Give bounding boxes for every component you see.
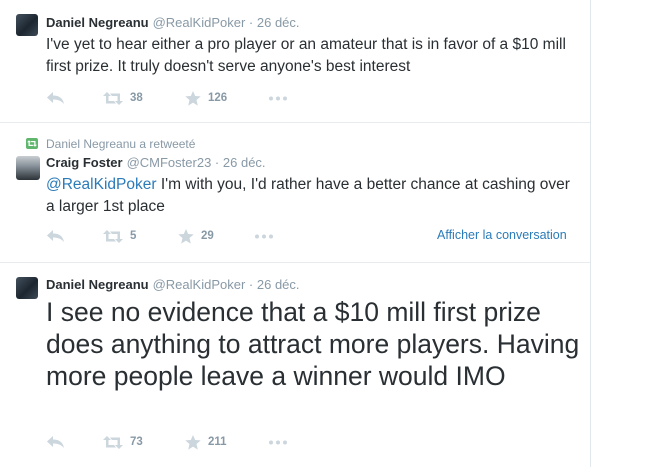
more-button[interactable]	[254, 227, 274, 245]
tweet-text: I've yet to hear either a pro player or …	[46, 36, 566, 75]
retweet-icon	[103, 435, 123, 449]
avatar[interactable]	[16, 156, 40, 180]
retweet-icon	[103, 229, 123, 243]
user-handle[interactable]: @RealKidPoker	[153, 15, 246, 30]
retweet-icon	[26, 138, 38, 149]
retweet-button[interactable]: 38	[103, 89, 143, 107]
reply-icon	[47, 436, 64, 448]
avatar[interactable]	[16, 277, 38, 299]
mention-link[interactable]: @RealKidPoker	[46, 176, 157, 193]
display-name[interactable]: Daniel Negreanu	[46, 277, 149, 292]
retweeted-by-label[interactable]: Daniel Negreanu a retweeté	[46, 137, 195, 151]
retweet-context: Daniel Negreanu a retweeté	[26, 137, 195, 151]
retweet-button[interactable]: 73	[103, 433, 143, 451]
retweet-count: 73	[130, 436, 143, 448]
view-conversation-link[interactable]: Afficher la conversation	[437, 228, 567, 242]
separator-dot: ·	[248, 277, 254, 292]
tweet-header: Daniel Negreanu @RealKidPoker · 26 déc.	[46, 277, 300, 293]
retweet-count: 5	[130, 230, 137, 242]
tweet-text: @RealKidPoker I'm with you, I'd rather h…	[46, 174, 576, 218]
separator-dot: ·	[214, 155, 220, 170]
timestamp[interactable]: 26 déc.	[223, 155, 266, 170]
more-icon	[269, 96, 287, 100]
favorite-star-icon	[185, 90, 201, 106]
tweet-2[interactable]: Daniel Negreanu a retweeté Craig Foster @…	[0, 123, 590, 263]
favorite-star-icon	[178, 228, 194, 244]
separator-dot: ·	[248, 15, 254, 30]
more-button[interactable]	[268, 433, 288, 451]
tweet-header: Craig Foster @CMFoster23 · 26 déc.	[46, 155, 266, 171]
more-icon	[269, 440, 287, 444]
timeline: Daniel Negreanu @RealKidPoker · 26 déc. I…	[0, 0, 591, 467]
reply-button[interactable]	[46, 433, 66, 451]
timestamp[interactable]: 26 déc.	[257, 277, 300, 292]
more-button[interactable]	[268, 89, 288, 107]
reply-icon	[47, 92, 64, 104]
tweet-actions: 38 126	[46, 89, 586, 107]
favorite-button[interactable]: 126	[185, 89, 227, 107]
reply-button[interactable]	[46, 227, 66, 245]
tweet-actions: 73 211	[46, 433, 586, 451]
timestamp[interactable]: 26 déc.	[257, 15, 300, 30]
tweet-text: I see no evidence that a $10 mill first …	[46, 297, 580, 391]
favorite-count: 211	[208, 436, 227, 448]
user-handle[interactable]: @RealKidPoker	[153, 277, 246, 292]
reply-button[interactable]	[46, 89, 66, 107]
favorite-count: 126	[208, 92, 228, 104]
retweet-icon	[103, 91, 123, 105]
user-handle[interactable]: @CMFoster23	[127, 155, 212, 170]
tweet-3[interactable]: Daniel Negreanu @RealKidPoker · 26 déc. I…	[0, 263, 590, 467]
retweet-button[interactable]: 5	[103, 227, 136, 245]
tweet-header: Daniel Negreanu @RealKidPoker · 26 déc.	[46, 15, 300, 31]
display-name[interactable]: Craig Foster	[46, 155, 123, 170]
more-icon	[255, 234, 273, 238]
favorite-button[interactable]: 29	[178, 227, 214, 245]
reply-icon	[47, 230, 64, 242]
favorite-count: 29	[201, 230, 214, 242]
favorite-star-icon	[185, 434, 201, 450]
tweet-1[interactable]: Daniel Negreanu @RealKidPoker · 26 déc. I…	[0, 0, 590, 123]
avatar[interactable]	[16, 14, 38, 36]
display-name[interactable]: Daniel Negreanu	[46, 15, 149, 30]
favorite-button[interactable]: 211	[185, 433, 227, 451]
retweet-count: 38	[130, 92, 143, 104]
